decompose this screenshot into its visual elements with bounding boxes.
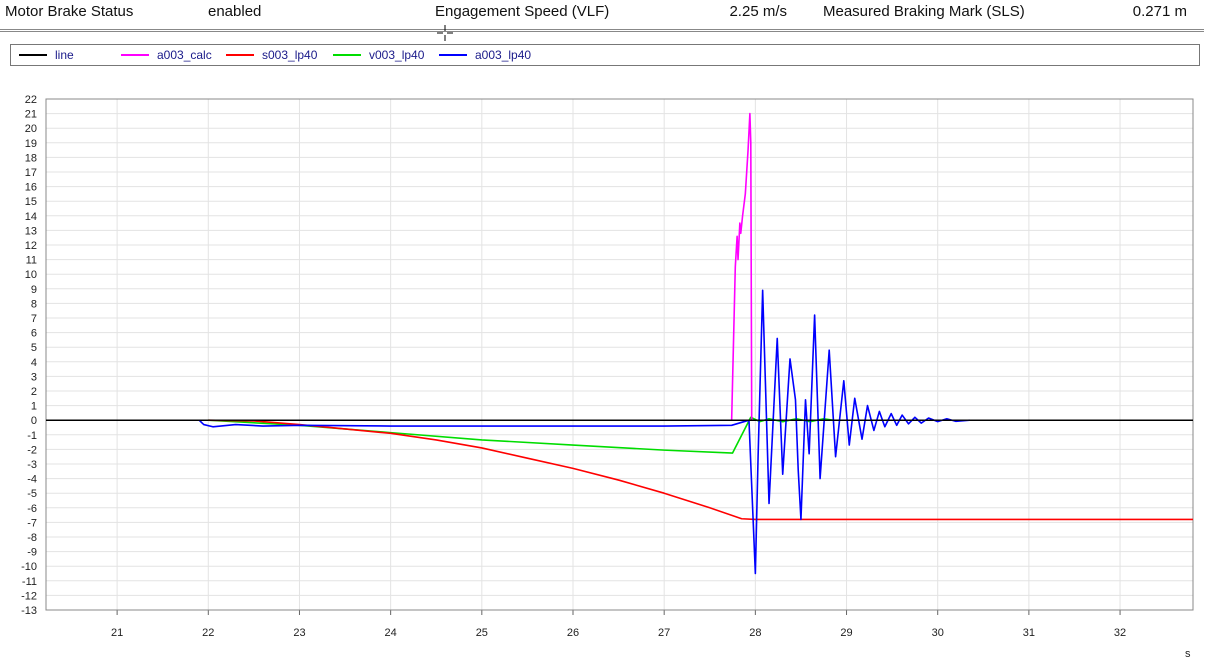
- x-tick-label: 28: [749, 627, 761, 639]
- y-tick-label: 9: [31, 284, 37, 296]
- y-tick-label: 14: [25, 211, 37, 223]
- x-tick-label: 31: [1023, 627, 1035, 639]
- y-tick-label: -10: [21, 561, 37, 573]
- y-tick-label: -4: [27, 474, 37, 486]
- y-tick-label: 18: [25, 152, 37, 164]
- y-tick-label: 20: [25, 123, 37, 135]
- x-tick-label: 32: [1114, 627, 1126, 639]
- y-tick-label: 3: [31, 371, 37, 383]
- y-tick-label: 10: [25, 269, 37, 281]
- x-tick-label: 25: [476, 627, 488, 639]
- y-tick-label: 11: [26, 255, 37, 267]
- x-tick-label: 21: [111, 627, 123, 639]
- y-tick-label: 0: [31, 415, 37, 427]
- y-tick-label: 22: [25, 94, 37, 106]
- y-tick-label: 6: [31, 328, 37, 340]
- plot-area: [46, 99, 1193, 610]
- y-tick-label: 2: [31, 386, 37, 398]
- y-tick-label: 19: [25, 138, 37, 150]
- y-tick-label: -1: [27, 430, 37, 442]
- y-tick-label: 5: [31, 342, 37, 354]
- y-tick-label: 8: [31, 298, 37, 310]
- x-tick-label: 27: [658, 627, 670, 639]
- y-tick-label: -3: [27, 459, 37, 471]
- x-tick-label: 24: [385, 627, 397, 639]
- y-tick-label: -13: [21, 605, 37, 617]
- x-tick-label: 29: [840, 627, 852, 639]
- y-tick-label: 1: [31, 401, 37, 413]
- line-chart[interactable]: 222120191817161514131211109876543210-1-2…: [0, 0, 1216, 668]
- x-tick-label: 30: [932, 627, 944, 639]
- x-tick-label: 23: [293, 627, 305, 639]
- y-tick-label: -5: [27, 488, 37, 500]
- y-tick-label: -9: [27, 547, 37, 559]
- y-tick-label: -2: [27, 444, 37, 456]
- y-tick-label: 15: [25, 196, 37, 208]
- y-tick-label: 17: [25, 167, 37, 179]
- y-tick-label: -7: [27, 517, 37, 529]
- y-tick-label: 16: [25, 182, 37, 194]
- y-tick-label: -6: [27, 503, 37, 515]
- y-tick-label: -11: [22, 576, 37, 588]
- y-tick-label: 12: [25, 240, 37, 252]
- x-tick-label: 26: [567, 627, 579, 639]
- y-tick-label: 7: [31, 313, 37, 325]
- y-tick-label: -12: [21, 590, 37, 602]
- y-tick-label: 4: [31, 357, 37, 369]
- x-tick-label: 22: [202, 627, 214, 639]
- y-tick-label: 21: [25, 109, 37, 121]
- y-tick-label: -8: [27, 532, 37, 544]
- x-axis-label: s: [1185, 648, 1191, 660]
- y-tick-label: 13: [25, 225, 37, 237]
